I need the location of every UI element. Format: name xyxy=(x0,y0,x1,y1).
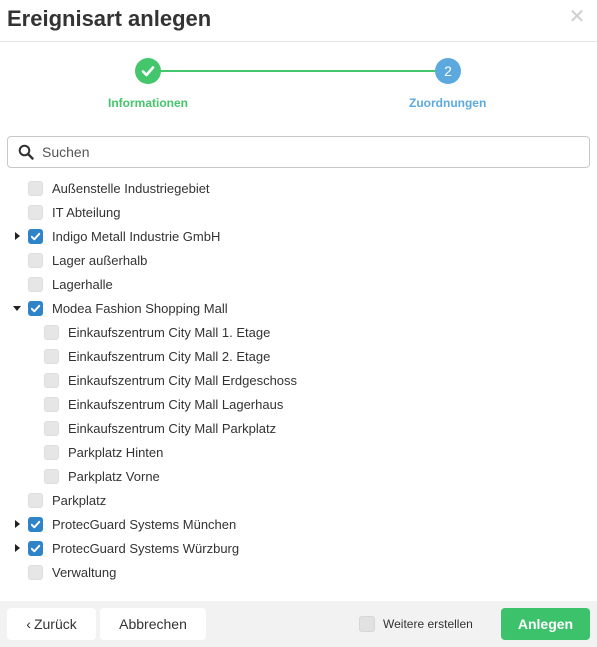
dialog-footer: ‹ Zurück Abbrechen Weitere erstellen Anl… xyxy=(0,601,597,647)
tree-item-label: Modea Fashion Shopping Mall xyxy=(52,300,228,316)
checkmark-icon xyxy=(141,66,155,77)
create-more-checkbox[interactable] xyxy=(359,616,375,632)
dialog-title: Ereignisart anlegen xyxy=(7,6,212,31)
caret-right-icon[interactable] xyxy=(12,519,22,529)
close-icon[interactable]: ✕ xyxy=(567,7,587,27)
checkbox-unchecked[interactable] xyxy=(28,204,43,220)
checkbox-checked[interactable] xyxy=(28,228,43,244)
tree-item-label: Indigo Metall Industrie GmbH xyxy=(52,228,221,244)
cancel-button[interactable]: Abbrechen xyxy=(100,608,206,640)
checkbox-unchecked[interactable] xyxy=(28,180,43,196)
tree-item-label: ProtecGuard Systems Würzburg xyxy=(52,540,240,556)
checkbox-unchecked[interactable] xyxy=(28,276,43,292)
checkmark-icon xyxy=(30,304,41,312)
stepper-connector xyxy=(160,70,437,72)
checkbox-checked[interactable] xyxy=(28,516,43,532)
checkbox-unchecked[interactable] xyxy=(44,372,59,388)
step-1-label[interactable]: Informationen xyxy=(108,96,188,110)
tree-item[interactable]: Verwaltung xyxy=(0,560,597,584)
tree-item[interactable]: ProtecGuard Systems München xyxy=(0,512,597,536)
checkmark-icon xyxy=(30,544,41,552)
tree-item-label: Einkaufszentrum City Mall 2. Etage xyxy=(68,348,271,364)
checkbox-unchecked[interactable] xyxy=(44,348,59,364)
tree-item[interactable]: Parkplatz xyxy=(0,488,597,512)
checkbox-unchecked[interactable] xyxy=(44,420,59,436)
tree-item[interactable]: IT Abteilung xyxy=(0,200,597,224)
tree-item-label: Einkaufszentrum City Mall Lagerhaus xyxy=(68,396,284,412)
tree-item[interactable]: Einkaufszentrum City Mall Parkplatz xyxy=(0,416,597,440)
create-more-option[interactable]: Weitere erstellen xyxy=(359,616,473,632)
checkbox-unchecked[interactable] xyxy=(28,252,43,268)
tree-item[interactable]: Lagerhalle xyxy=(0,272,597,296)
tree-item-label: Lagerhalle xyxy=(52,276,113,292)
create-button[interactable]: Anlegen xyxy=(501,608,590,640)
tree-item-label: Einkaufszentrum City Mall Parkplatz xyxy=(68,420,277,436)
search-icon xyxy=(18,144,34,160)
tree-item-label: Lager außerhalb xyxy=(52,252,148,268)
checkmark-icon xyxy=(30,232,41,240)
chevron-left-icon: ‹ xyxy=(26,616,31,632)
checkbox-unchecked[interactable] xyxy=(44,324,59,340)
checkbox-unchecked[interactable] xyxy=(44,468,59,484)
tree-item-label: Außenstelle Industriegebiet xyxy=(52,180,210,196)
tree-item-label: Verwaltung xyxy=(52,564,117,580)
step-2-circle: 2 xyxy=(435,58,461,84)
step-1-circle xyxy=(135,58,161,84)
tree-item[interactable]: Parkplatz Hinten xyxy=(0,440,597,464)
checkbox-unchecked[interactable] xyxy=(28,564,43,580)
back-button-label: Zurück xyxy=(33,616,77,632)
tree-item[interactable]: ProtecGuard Systems Würzburg xyxy=(0,536,597,560)
checkbox-checked[interactable] xyxy=(28,540,43,556)
tree-item-label: Parkplatz Vorne xyxy=(68,468,160,484)
tree-item[interactable]: Einkaufszentrum City Mall 1. Etage xyxy=(0,320,597,344)
dialog-header: Ereignisart anlegen ✕ xyxy=(0,0,597,42)
tree-item-label: Einkaufszentrum City Mall 1. Etage xyxy=(68,324,271,340)
create-more-label: Weitere erstellen xyxy=(383,617,473,631)
tree-item-label: ProtecGuard Systems München xyxy=(52,516,237,532)
caret-down-icon[interactable] xyxy=(12,303,22,313)
search-input[interactable] xyxy=(40,143,564,161)
caret-right-icon[interactable] xyxy=(12,231,22,241)
checkmark-icon xyxy=(30,520,41,528)
create-event-type-dialog: Ereignisart anlegen ✕ 2 Informationen Zu… xyxy=(0,0,597,647)
tree-item[interactable]: Indigo Metall Industrie GmbH xyxy=(0,224,597,248)
tree-item-label: IT Abteilung xyxy=(52,204,121,220)
location-tree: Außenstelle Industriegebiet IT Abteilung I… xyxy=(0,176,597,584)
search-box xyxy=(7,136,590,168)
back-button[interactable]: ‹ Zurück xyxy=(7,608,96,640)
stepper: 2 Informationen Zuordnungen xyxy=(0,56,597,116)
checkbox-checked[interactable] xyxy=(28,300,43,316)
tree-item-label: Parkplatz xyxy=(52,492,107,508)
tree-item[interactable]: Einkaufszentrum City Mall Lagerhaus xyxy=(0,392,597,416)
step-2-label[interactable]: Zuordnungen xyxy=(409,96,486,110)
checkbox-unchecked[interactable] xyxy=(44,444,59,460)
tree-item[interactable]: Parkplatz Vorne xyxy=(0,464,597,488)
tree-item-label: Parkplatz Hinten xyxy=(68,444,164,460)
tree-item[interactable]: Modea Fashion Shopping Mall xyxy=(0,296,597,320)
checkbox-unchecked[interactable] xyxy=(44,396,59,412)
checkbox-unchecked[interactable] xyxy=(28,492,43,508)
tree-item[interactable]: Lager außerhalb xyxy=(0,248,597,272)
caret-right-icon[interactable] xyxy=(12,543,22,553)
tree-item-label: Einkaufszentrum City Mall Erdgeschoss xyxy=(68,372,298,388)
tree-item[interactable]: Einkaufszentrum City Mall Erdgeschoss xyxy=(0,368,597,392)
tree-item[interactable]: Außenstelle Industriegebiet xyxy=(0,176,597,200)
tree-item[interactable]: Einkaufszentrum City Mall 2. Etage xyxy=(0,344,597,368)
